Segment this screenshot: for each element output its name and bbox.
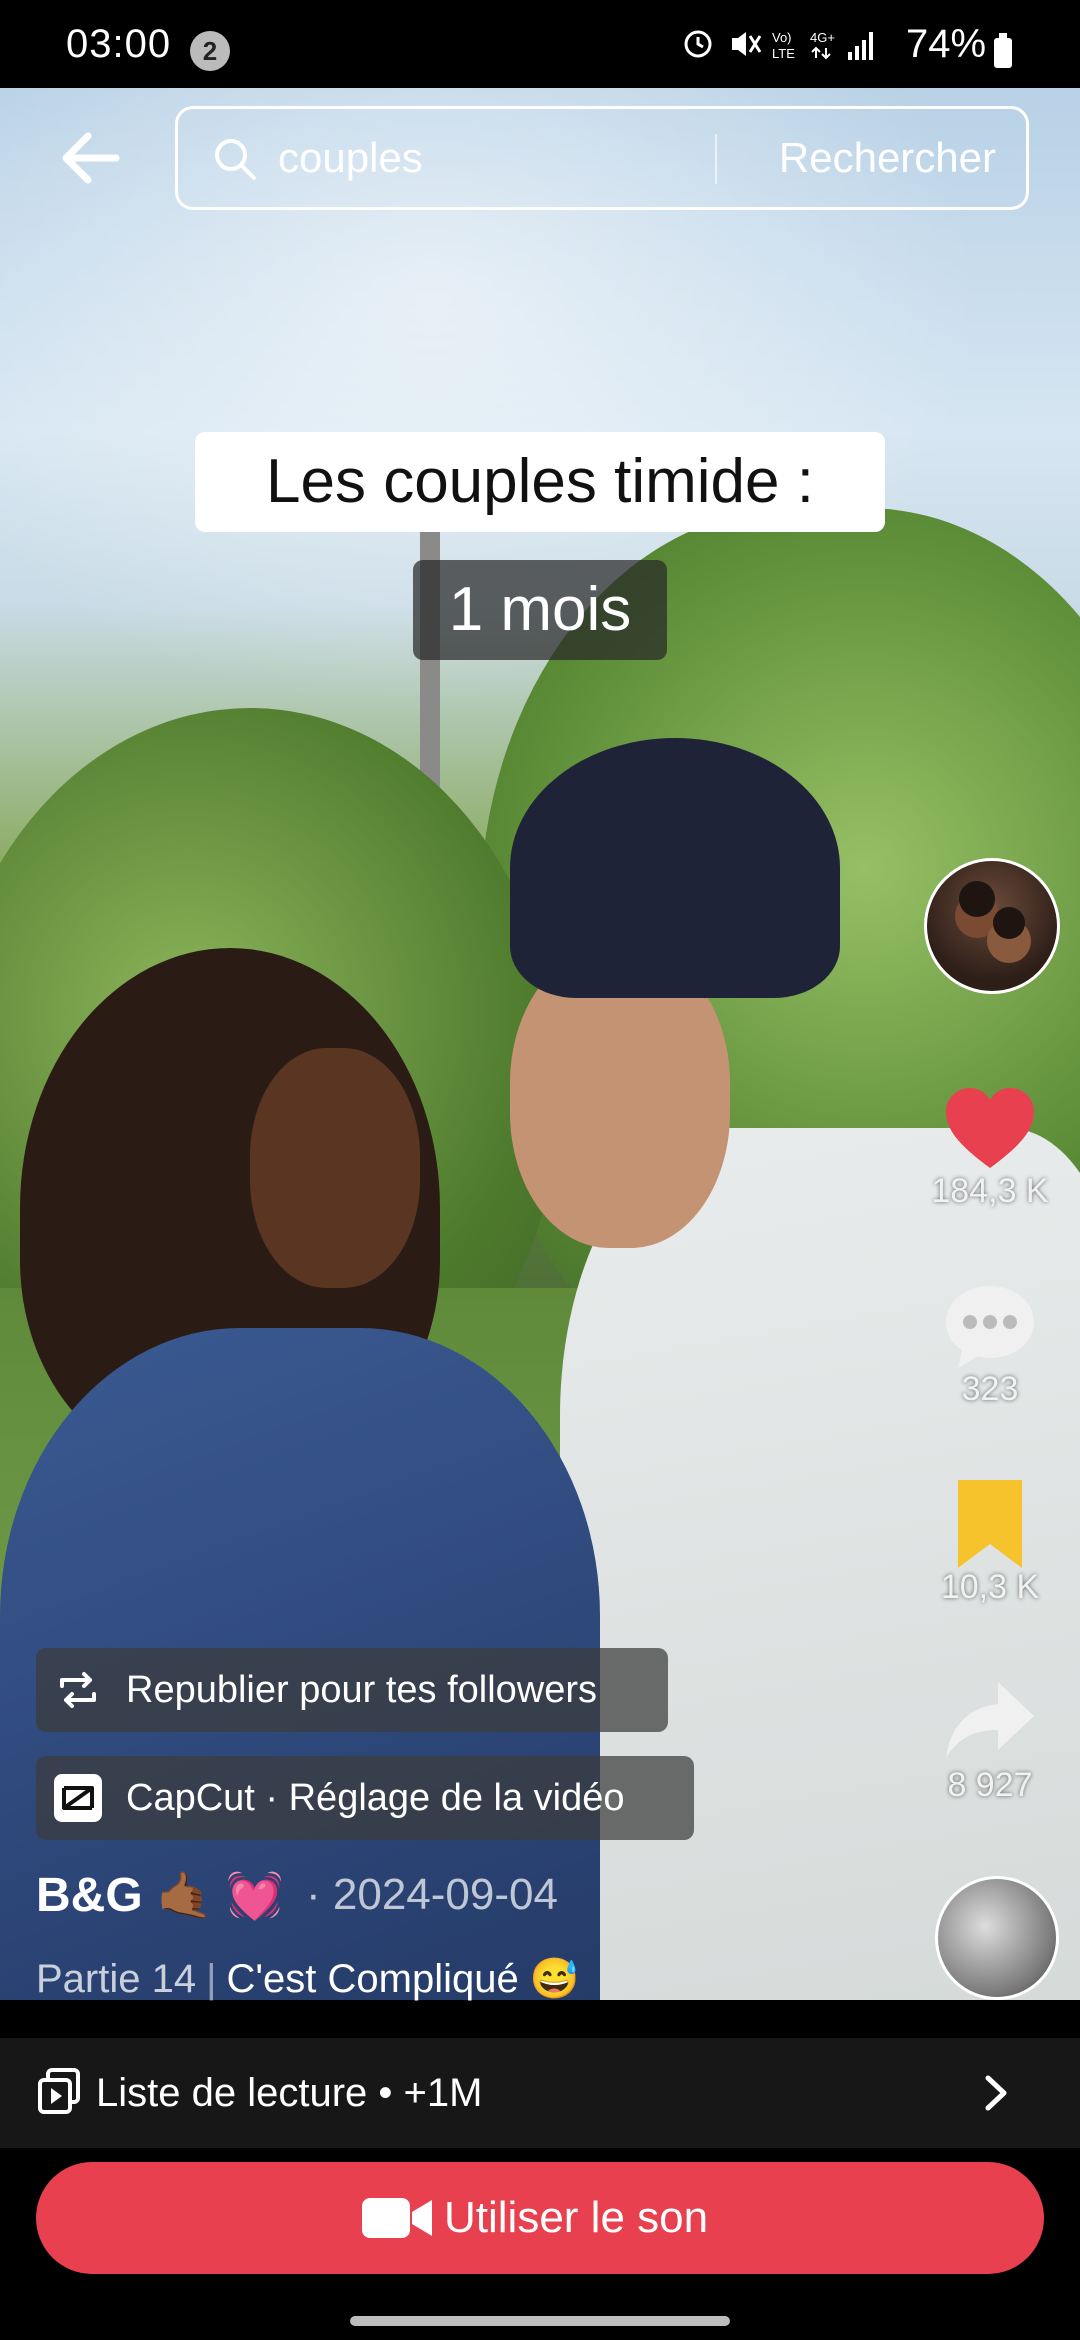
video-man-cap (510, 738, 840, 998)
search-divider (715, 134, 717, 184)
playlist-label: Liste de lecture • +1M (96, 2071, 483, 2115)
search-input[interactable]: couples (278, 109, 838, 207)
capcut-chip[interactable]: CapCut · Réglage de la vidéo (36, 1756, 694, 1840)
playlist-icon (38, 2068, 80, 2114)
back-button[interactable] (52, 118, 132, 198)
notification-count-badge: 2 (190, 31, 230, 71)
post-description[interactable]: Partie 14 | C'est Compliqué 😅 (36, 1955, 580, 2002)
repost-chip[interactable]: Republier pour tes followers (36, 1648, 668, 1732)
home-indicator[interactable] (350, 2316, 730, 2326)
save-count: 10,3 K (940, 1568, 1040, 1606)
arrow-left-icon (62, 132, 120, 184)
status-bar: 03:00 2 Vo) LTE 4G+ 74% (0, 0, 1080, 88)
search-button[interactable]: Rechercher (779, 109, 996, 207)
music-disc-icon[interactable] (935, 1876, 1059, 2000)
chevron-right-icon (985, 2075, 1007, 2111)
description-part: Partie 14 (36, 1957, 197, 2001)
author-name-text: B&G (36, 1869, 143, 1922)
like-heart-icon[interactable] (940, 1080, 1040, 1180)
comment-count: 323 (961, 1370, 1019, 1408)
repost-label: Republier pour tes followers (126, 1669, 598, 1711)
capcut-label: CapCut · Réglage de la vidéo (126, 1777, 625, 1819)
creator-avatar[interactable] (924, 858, 1060, 994)
search-bar[interactable]: couples Rechercher (175, 106, 1029, 210)
search-icon (215, 139, 256, 180)
status-time: 03:00 (66, 22, 172, 66)
repost-icon (60, 1672, 96, 1708)
avatar-image (955, 881, 1031, 963)
author-name[interactable]: B&G 🤙🏾 💓 (36, 1868, 283, 1923)
capcut-logo-icon (54, 1774, 102, 1822)
like-count: 184,3 K (931, 1172, 1049, 1210)
video-camera-icon (362, 2198, 432, 2238)
video-caption-title: Les couples timide : (195, 432, 885, 532)
author-emoji: 🤙🏾 💓 (156, 1869, 284, 1921)
network-status-icons: Vo) LTE 4G+ (680, 24, 890, 64)
svg-text:Vo): Vo) (772, 30, 792, 45)
video-caption-subtitle: 1 mois (413, 560, 667, 660)
battery-percent: 74% (906, 22, 987, 66)
video-woman-face (250, 1048, 420, 1288)
use-sound-button[interactable]: Utiliser le son (36, 2162, 1044, 2274)
svg-text:LTE: LTE (772, 46, 795, 61)
svg-text:4G+: 4G+ (810, 30, 835, 45)
bookmark-icon[interactable] (940, 1474, 1040, 1574)
bottom-area: Utiliser le son (0, 2148, 1080, 2340)
playlist-bar[interactable]: Liste de lecture • +1M (0, 2038, 1080, 2148)
share-arrow-icon[interactable] (940, 1672, 1040, 1772)
share-count: 8 927 (947, 1766, 1033, 1804)
use-sound-label: Utiliser le son (444, 2193, 709, 2242)
comment-bubble-icon[interactable] (940, 1278, 1040, 1378)
description-separator: | (206, 1957, 217, 2001)
description-title: C'est Compliqué 😅 (226, 1957, 580, 2001)
battery-icon (994, 33, 1012, 68)
network-icons-icon: Vo) LTE 4G+ (684, 30, 873, 61)
post-date: · 2024-09-04 (306, 1870, 558, 1919)
